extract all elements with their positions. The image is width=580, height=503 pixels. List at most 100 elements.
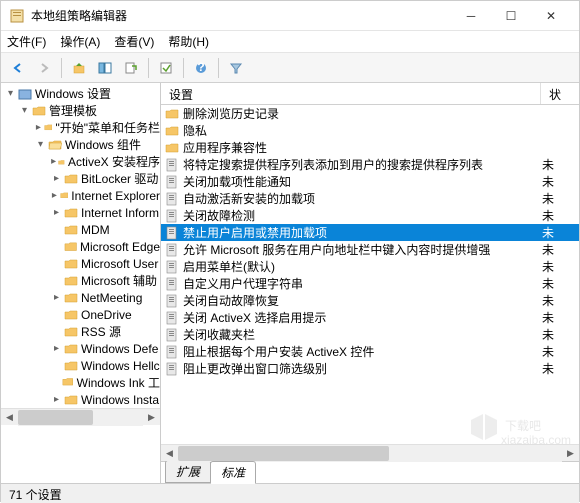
tree-root[interactable]: ▾ Windows 设置 (1, 85, 160, 102)
tree-item[interactable]: Microsoft User (1, 255, 160, 272)
row-text: 启用菜单栏(默认) (183, 258, 538, 275)
expand-icon[interactable]: ▸ (51, 343, 62, 354)
forward-button[interactable] (33, 57, 55, 79)
setting-icon (165, 294, 179, 308)
collapse-icon[interactable]: ▾ (35, 139, 46, 150)
tree-item[interactable]: Microsoft Edge (1, 238, 160, 255)
expand-icon[interactable]: ▸ (51, 156, 56, 167)
scroll-thumb[interactable] (178, 446, 389, 461)
expand-icon[interactable]: ▸ (51, 207, 62, 218)
list-row[interactable]: 删除浏览历史记录 (161, 105, 579, 122)
minimize-button[interactable]: ─ (451, 2, 491, 30)
column-setting[interactable]: 设置 (161, 83, 541, 104)
help-button[interactable]: ? (190, 57, 212, 79)
row-state: 未 (538, 360, 554, 377)
tree-item[interactable]: Microsoft 辅助 (1, 272, 160, 289)
row-text: 自动激活新安装的加载项 (183, 190, 538, 207)
expand-icon[interactable] (51, 258, 62, 269)
expand-icon[interactable]: ▸ (35, 122, 42, 133)
watermark: 下载吧 xiazaiba.com (463, 412, 573, 455)
list-row[interactable]: 关闭 ActiveX 选择启用提示未 (161, 309, 579, 326)
tree-label: Internet Explorer (71, 189, 160, 203)
menu-action[interactable]: 操作(A) (60, 33, 100, 50)
expand-icon[interactable] (51, 377, 60, 388)
expand-icon[interactable] (51, 224, 62, 235)
list-row[interactable]: 将特定搜索提供程序列表添加到用户的搜索提供程序列表未 (161, 156, 579, 173)
tree-item[interactable]: ▸ActiveX 安装程序 (1, 153, 160, 170)
list-row[interactable]: 自定义用户代理字符串未 (161, 275, 579, 292)
tree-item[interactable]: ▸Windows Insta (1, 391, 160, 408)
column-state[interactable]: 状 (541, 83, 579, 104)
expand-icon[interactable] (51, 326, 62, 337)
tree-item[interactable]: ▸BitLocker 驱动 (1, 170, 160, 187)
tree-item[interactable]: ▸ Internet Explorer (1, 187, 160, 204)
app-icon (9, 8, 25, 24)
folder-icon (64, 342, 78, 356)
expand-icon[interactable] (51, 275, 62, 286)
list-row[interactable]: 应用程序兼容性 (161, 139, 579, 156)
row-text: 关闭 ActiveX 选择启用提示 (183, 309, 538, 326)
export-button[interactable] (120, 57, 142, 79)
maximize-button[interactable]: ☐ (491, 2, 531, 30)
collapse-icon[interactable]: ▾ (19, 105, 30, 116)
tree-item[interactable]: ▸Windows Defe (1, 340, 160, 357)
svg-text:下载吧: 下载吧 (505, 419, 541, 433)
folder-icon (64, 291, 78, 305)
expand-icon[interactable]: ▸ (51, 173, 62, 184)
collapse-icon[interactable]: ▾ (5, 88, 16, 99)
list-row[interactable]: 隐私 (161, 122, 579, 139)
filter-button[interactable] (225, 57, 247, 79)
menu-help[interactable]: 帮助(H) (168, 33, 209, 50)
expand-icon[interactable]: ▸ (51, 394, 62, 405)
properties-button[interactable] (155, 57, 177, 79)
back-button[interactable] (7, 57, 29, 79)
tree-wincomp[interactable]: ▾ Windows 组件 (1, 136, 160, 153)
menu-file[interactable]: 文件(F) (7, 33, 46, 50)
tab-extended[interactable]: 扩展 (165, 460, 211, 483)
tree-item[interactable]: Windows Hellc (1, 357, 160, 374)
row-text: 禁止用户启用或禁用加载项 (183, 224, 538, 241)
list-row[interactable]: 关闭收藏夹栏未 (161, 326, 579, 343)
list-row[interactable]: 自动激活新安装的加载项未 (161, 190, 579, 207)
expand-icon[interactable] (51, 241, 62, 252)
tree-hscroll[interactable]: ◀ ▶ (1, 408, 160, 425)
folder-icon (64, 325, 78, 339)
folder-icon (64, 240, 77, 254)
list-row[interactable]: 关闭自动故障恢复未 (161, 292, 579, 309)
tree-pane[interactable]: ▾ Windows 设置 ▾ 管理模板 ▸ "开始"菜单和任务栏 ▾ Windo… (1, 83, 161, 483)
expand-icon[interactable] (51, 360, 62, 371)
list-row[interactable]: 关闭加载项性能通知未 (161, 173, 579, 190)
folder-icon (58, 155, 65, 169)
scroll-right-button[interactable]: ▶ (143, 409, 160, 426)
list-row[interactable]: 启用菜单栏(默认)未 (161, 258, 579, 275)
expand-icon[interactable]: ▸ (51, 292, 62, 303)
row-text: 阻止更改弹出窗口筛选级别 (183, 360, 538, 377)
list-row[interactable]: 关闭故障检测未 (161, 207, 579, 224)
list-row[interactable]: 禁止用户启用或禁用加载项未 (161, 224, 579, 241)
tree-item[interactable]: OneDrive (1, 306, 160, 323)
expand-icon[interactable] (51, 309, 62, 320)
up-button[interactable] (68, 57, 90, 79)
tree-item[interactable]: MDM (1, 221, 160, 238)
menu-view[interactable]: 查看(V) (114, 33, 154, 50)
list-body[interactable]: 删除浏览历史记录隐私应用程序兼容性将特定搜索提供程序列表添加到用户的搜索提供程序… (161, 105, 579, 444)
tab-standard[interactable]: 标准 (210, 461, 256, 484)
close-button[interactable]: ✕ (531, 2, 571, 30)
row-text: 允许 Microsoft 服务在用户向地址栏中键入内容时提供增强 (183, 241, 538, 258)
tree-item[interactable]: RSS 源 (1, 323, 160, 340)
list-row[interactable]: 阻止更改弹出窗口筛选级别未 (161, 360, 579, 377)
row-state: 未 (538, 190, 554, 207)
tree-item[interactable]: ▸Internet Inform (1, 204, 160, 221)
tree-start[interactable]: ▸ "开始"菜单和任务栏 (1, 119, 160, 136)
scroll-left-button[interactable]: ◀ (161, 445, 178, 462)
folder-open-icon (48, 138, 62, 152)
show-hide-tree-button[interactable] (94, 57, 116, 79)
expand-icon[interactable]: ▸ (51, 190, 58, 201)
list-row[interactable]: 阻止根据每个用户安装 ActiveX 控件未 (161, 343, 579, 360)
tree-item[interactable]: ▸NetMeeting (1, 289, 160, 306)
tree-admin[interactable]: ▾ 管理模板 (1, 102, 160, 119)
scroll-thumb[interactable] (18, 410, 93, 425)
scroll-left-button[interactable]: ◀ (1, 409, 18, 426)
list-row[interactable]: 允许 Microsoft 服务在用户向地址栏中键入内容时提供增强未 (161, 241, 579, 258)
tree-item[interactable]: Windows Ink 工 (1, 374, 160, 391)
